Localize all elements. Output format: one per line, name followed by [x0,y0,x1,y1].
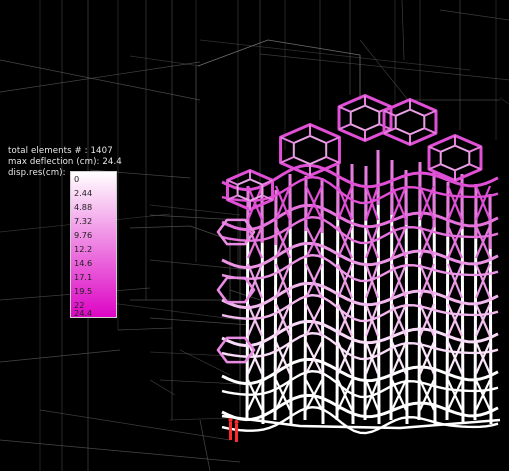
crown-module [349,104,381,132]
crown-spoke [468,145,482,153]
context-line [0,61,201,93]
context-line [199,419,211,471]
context-line [169,417,231,421]
legend-row: 19.5 [71,286,116,296]
crown-spoke [428,145,442,153]
scale-figure-head [234,420,239,424]
legend-label: 9.76 [74,230,93,240]
legend-row: 17.1 [71,272,116,282]
legend-label: 12.2 [74,244,93,254]
crown-spoke [338,123,352,131]
legend-row: 4.88 [71,202,116,212]
context-line [129,55,201,67]
crown-spoke [428,163,442,171]
scale-figure [229,422,232,440]
crown-spoke [423,127,437,135]
context-line [401,0,405,61]
context-line [39,409,231,441]
legend-label: 19.5 [74,286,93,296]
crown-spoke [280,136,295,144]
context-line [439,9,509,21]
crown-spoke [325,156,340,164]
max-deflection-label: max deflection (cm): 24.4 [8,157,122,168]
context-line [149,204,241,216]
context-volume-edge [149,214,241,420]
crown-module [292,134,328,166]
structural-analysis-viewport[interactable]: total elements # : 1407 max deflection (… [0,0,509,471]
scale-figure [235,424,238,442]
displacement-color-legend: 0 2.44 4.88 7.32 9.76 12.2 14.6 17.1 19.… [70,171,117,318]
crown-spoke [280,156,295,164]
legend-label: 7.32 [74,216,93,226]
crown-spoke [468,163,482,171]
context-line [229,289,261,301]
context-line [0,439,241,463]
legend-label: 14.6 [74,258,93,268]
scale-figure-head [228,418,233,422]
context-line [199,39,471,71]
crown-spoke [423,109,437,117]
context-line [149,379,176,396]
context-line [359,39,409,101]
context-line [149,351,231,357]
legend-label: 0 [74,174,80,184]
legend-row: 7.32 [71,216,116,226]
legend-row: 12.2 [71,244,116,254]
context-line [0,349,121,363]
legend-row: 0 [71,174,116,184]
crown-spoke [338,105,352,113]
legend-row: 24.4 [71,308,116,318]
legend-row: 2.44 [71,188,116,198]
context-line [499,97,509,105]
context-line [259,53,509,81]
legend-label: 17.1 [74,272,93,282]
crown-spoke [325,136,340,144]
crown-module [439,144,471,172]
total-elements-label: total elements # : 1407 [8,146,113,156]
legend-label: 24.4 [74,308,93,318]
legend-row: 14.6 [71,258,116,268]
crown-module [394,108,426,136]
legend-row: 9.76 [71,230,116,240]
context-line [117,327,173,331]
legend-label: 2.44 [74,188,93,198]
legend-label: 4.88 [74,202,93,212]
context-line [0,59,201,101]
